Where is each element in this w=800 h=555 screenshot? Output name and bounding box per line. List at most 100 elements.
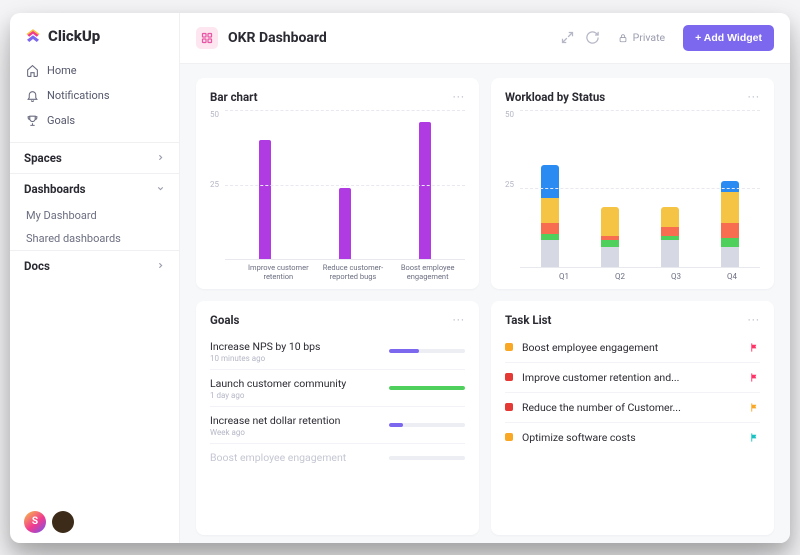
goal-row[interactable]: Increase net dollar retention Week ago <box>210 406 465 443</box>
status-dot <box>505 433 513 441</box>
stacked-bar <box>640 110 700 267</box>
section-spaces-label: Spaces <box>24 151 62 165</box>
nav-home[interactable]: Home <box>18 59 171 82</box>
avatar[interactable]: S <box>24 511 46 533</box>
chevron-right-icon <box>156 153 165 162</box>
progress-bar <box>389 423 465 427</box>
task-row[interactable]: Boost employee engagement <box>505 333 760 362</box>
brand-logo[interactable]: ClickUp <box>10 27 179 59</box>
bar <box>225 111 305 259</box>
lock-icon <box>618 33 628 43</box>
goal-timestamp: 1 day ago <box>210 391 346 400</box>
more-icon[interactable]: ··· <box>453 90 465 104</box>
brand-name: ClickUp <box>48 27 100 45</box>
chevron-down-icon <box>156 184 165 193</box>
widget-title: Goals <box>210 313 239 327</box>
nav-notifications[interactable]: Notifications <box>18 84 171 107</box>
bar-segment <box>721 223 739 238</box>
app-window: ClickUp Home Notifications Goals Spaces … <box>10 13 790 543</box>
widget-grid: Bar chart ··· 50 25 Improve customer ret… <box>180 64 790 543</box>
clickup-logo-icon <box>24 27 42 45</box>
bar-segment <box>541 165 559 198</box>
x-axis-label: Q2 <box>592 268 648 281</box>
goal-name: Increase NPS by 10 bps <box>210 340 320 353</box>
task-name: Reduce the number of Customer... <box>522 401 740 414</box>
task-name: Optimize software costs <box>522 431 740 444</box>
task-name: Improve customer retention and... <box>522 371 740 384</box>
bar-segment <box>661 240 679 266</box>
bell-icon <box>26 89 39 102</box>
widget-title: Workload by Status <box>505 90 605 104</box>
task-row[interactable]: Reduce the number of Customer... <box>505 392 760 422</box>
status-dot <box>505 403 513 411</box>
task-list: Boost employee engagement Improve custom… <box>505 333 760 452</box>
section-spaces[interactable]: Spaces <box>10 142 179 173</box>
bar-chart: 50 25 Improve customer retentionReduce c… <box>210 110 465 281</box>
bar-segment <box>721 181 739 192</box>
privacy-indicator[interactable]: Private <box>618 31 665 44</box>
expand-icon[interactable] <box>560 30 575 45</box>
bar-segment <box>541 234 559 241</box>
sidebar-item-my-dashboard[interactable]: My Dashboard <box>10 204 179 227</box>
x-axis-label: Improve customer retention <box>241 260 316 281</box>
stacked-bar <box>580 110 640 267</box>
widget-task-list: Task List ··· Boost employee engagement … <box>491 301 774 535</box>
goal-name: Boost employee engagement <box>210 451 346 464</box>
trophy-icon <box>26 114 39 127</box>
more-icon[interactable]: ··· <box>748 90 760 104</box>
primary-nav: Home Notifications Goals <box>10 59 179 142</box>
x-axis-label: Q1 <box>536 268 592 281</box>
bar-segment <box>721 247 739 267</box>
bar-segment <box>541 198 559 222</box>
refresh-icon[interactable] <box>585 30 600 45</box>
section-dashboards[interactable]: Dashboards <box>10 173 179 204</box>
goals-list: Increase NPS by 10 bps 10 minutes ago La… <box>210 333 465 471</box>
add-widget-button[interactable]: + Add Widget <box>683 25 774 51</box>
chevron-right-icon <box>156 261 165 270</box>
more-icon[interactable]: ··· <box>453 313 465 327</box>
grid-icon <box>201 32 213 44</box>
goal-name: Increase net dollar retention <box>210 414 340 427</box>
goal-row[interactable]: Boost employee engagement <box>210 443 465 471</box>
nav-notifications-label: Notifications <box>47 89 110 102</box>
bar-segment <box>541 223 559 234</box>
flag-icon <box>749 432 760 443</box>
section-dashboards-label: Dashboards <box>24 182 86 196</box>
bar <box>385 111 465 259</box>
x-axis-label: Q4 <box>704 268 760 281</box>
bar-segment <box>661 227 679 236</box>
y-axis-ticks: 50 25 <box>505 110 514 281</box>
bar-segment <box>661 207 679 227</box>
goal-row[interactable]: Launch customer community 1 day ago <box>210 369 465 406</box>
sidebar-item-shared-dashboards[interactable]: Shared dashboards <box>10 227 179 250</box>
widget-title: Bar chart <box>210 90 258 104</box>
page-header: OKR Dashboard Private + Add Widget <box>180 13 790 64</box>
avatar[interactable] <box>52 511 74 533</box>
flag-icon <box>749 372 760 383</box>
section-docs-label: Docs <box>24 259 50 273</box>
x-axis-label: Q3 <box>648 268 704 281</box>
nav-home-label: Home <box>47 64 77 77</box>
more-icon[interactable]: ··· <box>748 313 760 327</box>
status-dot <box>505 373 513 381</box>
page-title: OKR Dashboard <box>228 30 327 46</box>
bar-segment <box>721 238 739 247</box>
flag-icon <box>749 402 760 413</box>
task-row[interactable]: Improve customer retention and... <box>505 362 760 392</box>
flag-icon <box>749 342 760 353</box>
goal-timestamp: 10 minutes ago <box>210 354 320 363</box>
nav-goals[interactable]: Goals <box>18 109 171 132</box>
goal-row[interactable]: Increase NPS by 10 bps 10 minutes ago <box>210 333 465 369</box>
y-axis-ticks: 50 25 <box>210 110 219 281</box>
home-icon <box>26 64 39 77</box>
stacked-bar <box>520 110 580 267</box>
widget-title: Task List <box>505 313 551 327</box>
task-name: Boost employee engagement <box>522 341 740 354</box>
task-row[interactable]: Optimize software costs <box>505 422 760 452</box>
nav-goals-label: Goals <box>47 114 75 127</box>
bar-segment <box>601 247 619 267</box>
progress-bar <box>389 386 465 390</box>
status-dot <box>505 343 513 351</box>
section-docs[interactable]: Docs <box>10 250 179 281</box>
progress-bar <box>389 456 465 460</box>
